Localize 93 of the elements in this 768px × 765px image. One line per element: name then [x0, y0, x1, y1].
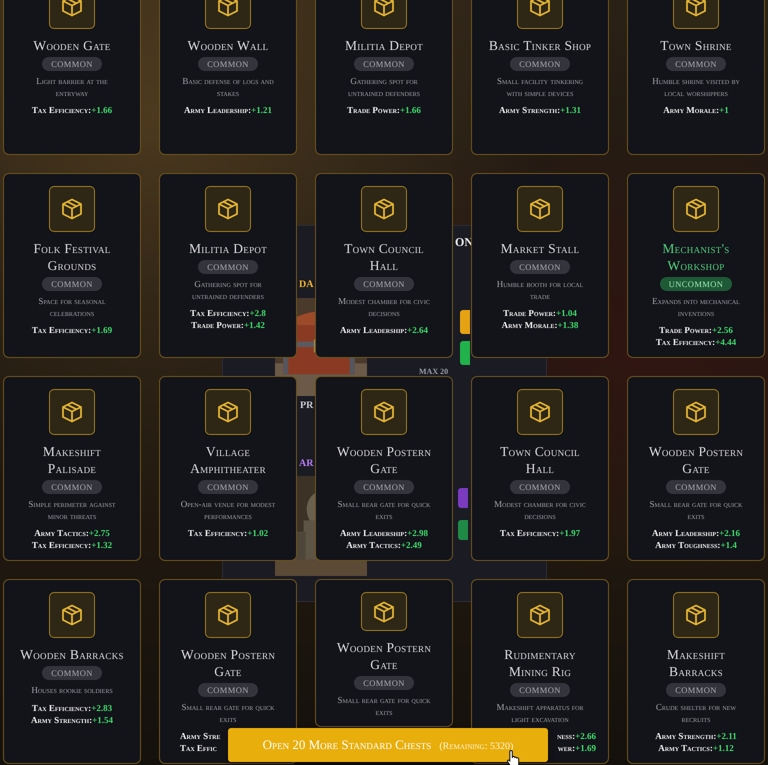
stat-line: Army Strength:+1.31: [499, 104, 581, 116]
building-description: Small rear gate for quick exits: [336, 695, 432, 718]
rarity-badge: COMMON: [198, 57, 258, 71]
stat-line: Army Morale:+1: [663, 104, 729, 116]
building-description: Houses rookie soldiers: [30, 685, 114, 696]
building-name: Militia Depot: [344, 37, 424, 54]
building-name: Town Council Hall: [343, 240, 425, 274]
building-description: Space for seasonal celebrations: [37, 296, 107, 319]
rarity-badge: COMMON: [42, 277, 102, 291]
building-description: Expands into mechanical inventions: [651, 296, 741, 319]
stat-line: Army Toughness:+1.4: [655, 539, 737, 551]
building-description: Simple perimeter against minor threats: [27, 499, 117, 522]
rarity-badge: COMMON: [666, 57, 726, 71]
building-name: Wooden Barracks: [19, 646, 125, 663]
panel-text: PR: [300, 400, 314, 411]
rarity-badge: COMMON: [510, 683, 570, 697]
building-description: Makeshift apparatus for light excavation: [496, 702, 584, 725]
rarity-badge: COMMON: [42, 480, 102, 494]
stat-line: Army Strength:+1.54: [31, 714, 113, 726]
rarity-badge: COMMON: [510, 480, 570, 494]
building-name: Makeshift Barracks: [666, 646, 726, 680]
rarity-badge: COMMON: [354, 277, 414, 291]
building-name: Wooden Wall: [186, 37, 270, 54]
stat-line: Army Tactics:+2.49: [346, 539, 422, 551]
stat-line: Army Strength:+2.11: [655, 730, 737, 742]
stat-line: Tax Efficiency:+1.66: [32, 104, 112, 116]
stat-line: Trade Power:+1.04: [503, 307, 577, 319]
rarity-badge: COMMON: [510, 260, 570, 274]
stat-line: wer:+1.69: [558, 742, 596, 754]
building-description: Small rear gate for quick exits: [336, 499, 432, 522]
building-description: Small rear gate for quick exits: [648, 499, 744, 522]
rarity-badge: UNCOMMON: [660, 277, 732, 291]
building-description: Open-air venue for modest performances: [180, 499, 276, 522]
building-name: Wooden Gate: [32, 37, 112, 54]
rarity-badge: COMMON: [666, 480, 726, 494]
building-name: Wooden Postern Gate: [336, 443, 432, 477]
stat-line: Tax Efficiency:+2.8: [190, 307, 266, 319]
building-description: Small facility tinkering with simple devices: [496, 76, 584, 99]
building-name: Wooden Postern Gate: [336, 639, 432, 673]
building-name: Town Shrine: [659, 37, 733, 54]
stat-line: Army Morale:+1.38: [502, 319, 578, 331]
rarity-badge: COMMON: [42, 57, 102, 71]
building-name: Market Stall: [500, 240, 580, 257]
rarity-badge: COMMON: [354, 676, 414, 690]
panel-text: MAX 20: [419, 367, 448, 376]
stat-line: Trade Power:+1.42: [191, 319, 265, 331]
building-name: Wooden Postern Gate: [180, 646, 276, 680]
stat-line: Army Leadership:+1.21: [184, 104, 272, 116]
building-description: Gathering spot for untrained defenders: [347, 76, 421, 99]
panel-text: DA: [299, 279, 314, 290]
building-name: Folk Festival Grounds: [32, 240, 112, 274]
building-description: Small rear gate for quick exits: [180, 702, 276, 725]
stat-line: Tax Efficiency:+4.44: [656, 336, 736, 348]
building-description: Humble booth for local trade: [496, 279, 584, 302]
rarity-badge: COMMON: [666, 683, 726, 697]
building-description: Humble shrine visited by local worshippers: [651, 76, 741, 99]
stat-line: Trade Power:+1.66: [347, 104, 421, 116]
building-name: Rudimentary Mining Rig: [503, 646, 577, 680]
building-description: Light barrier at the entryway: [35, 76, 109, 99]
building-description: Modest chamber for civic decisions: [337, 296, 431, 319]
building-name: Militia Depot: [188, 240, 268, 257]
stat-line: Trade Power:+2.56: [659, 324, 733, 336]
building-name: Makeshift Palisade: [42, 443, 102, 477]
rarity-badge: COMMON: [510, 57, 570, 71]
stat-line: Army Tactics:+1.12: [658, 742, 734, 754]
stat-line: Army Leadership:+2.16: [652, 527, 740, 539]
stat-line: Army Leadership:+2.98: [340, 527, 428, 539]
building-name: Village Amphitheater: [189, 443, 267, 477]
building-description: Modest chamber for civic decisions: [493, 499, 587, 522]
stat-line: Tax Efficiency:+1.02: [188, 527, 268, 539]
stat-line: Army Tactics:+2.75: [34, 527, 110, 539]
rarity-badge: COMMON: [198, 260, 258, 274]
rarity-badge: COMMON: [354, 57, 414, 71]
stat-line: Army Stre: [180, 730, 220, 742]
stat-line: Tax Efficiency:+1.69: [32, 324, 112, 336]
rarity-badge: COMMON: [198, 683, 258, 697]
rarity-badge: COMMON: [354, 480, 414, 494]
building-description: Gathering spot for untrained defenders: [191, 279, 265, 302]
rarity-badge: COMMON: [42, 666, 102, 680]
stat-line: Tax Effic: [180, 742, 217, 754]
rarity-badge: COMMON: [198, 480, 258, 494]
stat-line: ness:+2.66: [557, 730, 596, 742]
building-name: Mechanist's Workshop: [661, 240, 731, 274]
building-name: Wooden Postern Gate: [648, 443, 744, 477]
building-description: Basic defense of logs and stakes: [181, 76, 275, 99]
stat-line: Tax Efficiency:+2.83: [32, 702, 112, 714]
building-name: Town Council Hall: [499, 443, 581, 477]
stat-line: Tax Efficiency:+1.97: [500, 527, 580, 539]
building-description: Crude shelter for new recruits: [654, 702, 738, 725]
stat-line: Tax Efficiency:+1.32: [32, 539, 112, 551]
panel-text: AR: [299, 458, 314, 469]
building-name: Basic Tinker Shop: [488, 37, 592, 54]
stat-line: Army Leadership:+2.64: [340, 324, 428, 336]
